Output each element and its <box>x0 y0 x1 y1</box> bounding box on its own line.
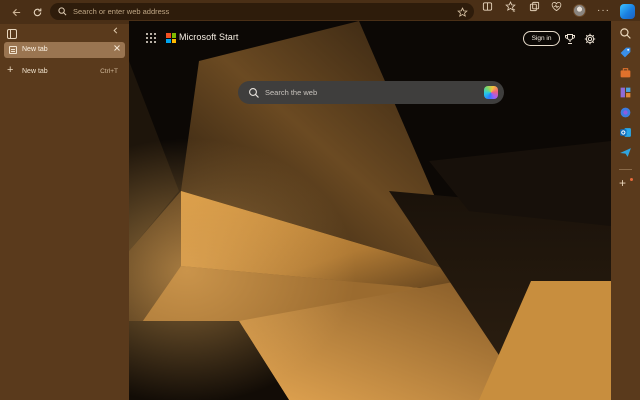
new-tab-page: Microsoft Start Sign in <box>129 21 611 400</box>
settings-gear-icon[interactable] <box>584 32 596 45</box>
tab-label: New tab <box>22 46 48 53</box>
right-sidebar: + <box>611 21 640 400</box>
address-bar[interactable] <box>50 3 474 20</box>
favorites-star-icon <box>505 1 516 12</box>
web-search-box[interactable] <box>238 81 504 104</box>
toolbox-icon[interactable] <box>619 66 632 79</box>
new-tab-shortcut: Ctrl+T <box>100 68 118 75</box>
notification-dot <box>630 178 633 181</box>
apps-launcher-button[interactable] <box>146 33 156 43</box>
sidebar-search-icon[interactable] <box>619 27 632 40</box>
split-screen-icon <box>482 2 493 11</box>
refresh-button[interactable] <box>26 1 48 23</box>
vertical-tabs-pane: New tab + New tab Ctrl+T <box>0 24 129 400</box>
add-sidebar-app-plus-icon[interactable]: + <box>619 177 626 189</box>
tab-actions-icon[interactable] <box>7 29 17 39</box>
collections-icon <box>529 1 540 12</box>
copilot-toolbar-button[interactable] <box>620 4 635 19</box>
address-input[interactable] <box>73 7 433 16</box>
page-icon <box>9 46 17 54</box>
copilot-icon[interactable] <box>484 86 498 99</box>
plus-icon: + <box>7 64 14 76</box>
close-icon <box>114 45 120 51</box>
sign-in-button[interactable]: Sign in <box>523 31 560 46</box>
collections-button[interactable] <box>529 1 540 12</box>
refresh-icon <box>33 7 41 16</box>
tab-new-tab-active[interactable]: New tab <box>4 42 125 58</box>
shopping-tag-icon[interactable] <box>619 46 632 59</box>
favorites-button[interactable] <box>505 1 516 12</box>
sidebar-divider <box>619 169 632 170</box>
split-screen-button[interactable] <box>482 1 493 12</box>
wallpaper-background <box>129 21 611 400</box>
chevron-left-icon <box>113 27 118 34</box>
tab-pane-header <box>0 24 129 44</box>
brand-title[interactable]: Microsoft Start <box>179 32 239 42</box>
browser-essentials-button[interactable] <box>551 1 562 12</box>
arrow-left-icon <box>12 8 20 16</box>
edge-copilot-icon <box>620 4 635 19</box>
heart-pulse-icon <box>551 2 562 12</box>
search-input[interactable] <box>265 86 465 99</box>
outlook-icon[interactable] <box>619 126 632 139</box>
search-icon <box>248 86 260 98</box>
search-icon <box>58 7 67 16</box>
star-outline-icon <box>457 7 468 17</box>
new-tab-label: New tab <box>22 68 48 75</box>
close-tab-button[interactable] <box>113 44 121 54</box>
avatar <box>573 4 586 17</box>
new-tab-button[interactable]: + New tab Ctrl+T <box>4 64 125 79</box>
send-icon[interactable] <box>619 146 632 159</box>
ellipsis-icon: ··· <box>597 5 610 16</box>
back-button[interactable] <box>5 1 27 23</box>
more-button[interactable]: ··· <box>597 5 610 16</box>
collapse-pane-button[interactable] <box>111 26 120 38</box>
microsoft-logo-icon <box>166 33 176 43</box>
games-icon[interactable] <box>619 86 632 99</box>
copilot-sidebar-icon[interactable] <box>619 106 632 119</box>
rewards-trophy-icon[interactable] <box>564 32 576 44</box>
profile-button[interactable] <box>573 4 586 17</box>
